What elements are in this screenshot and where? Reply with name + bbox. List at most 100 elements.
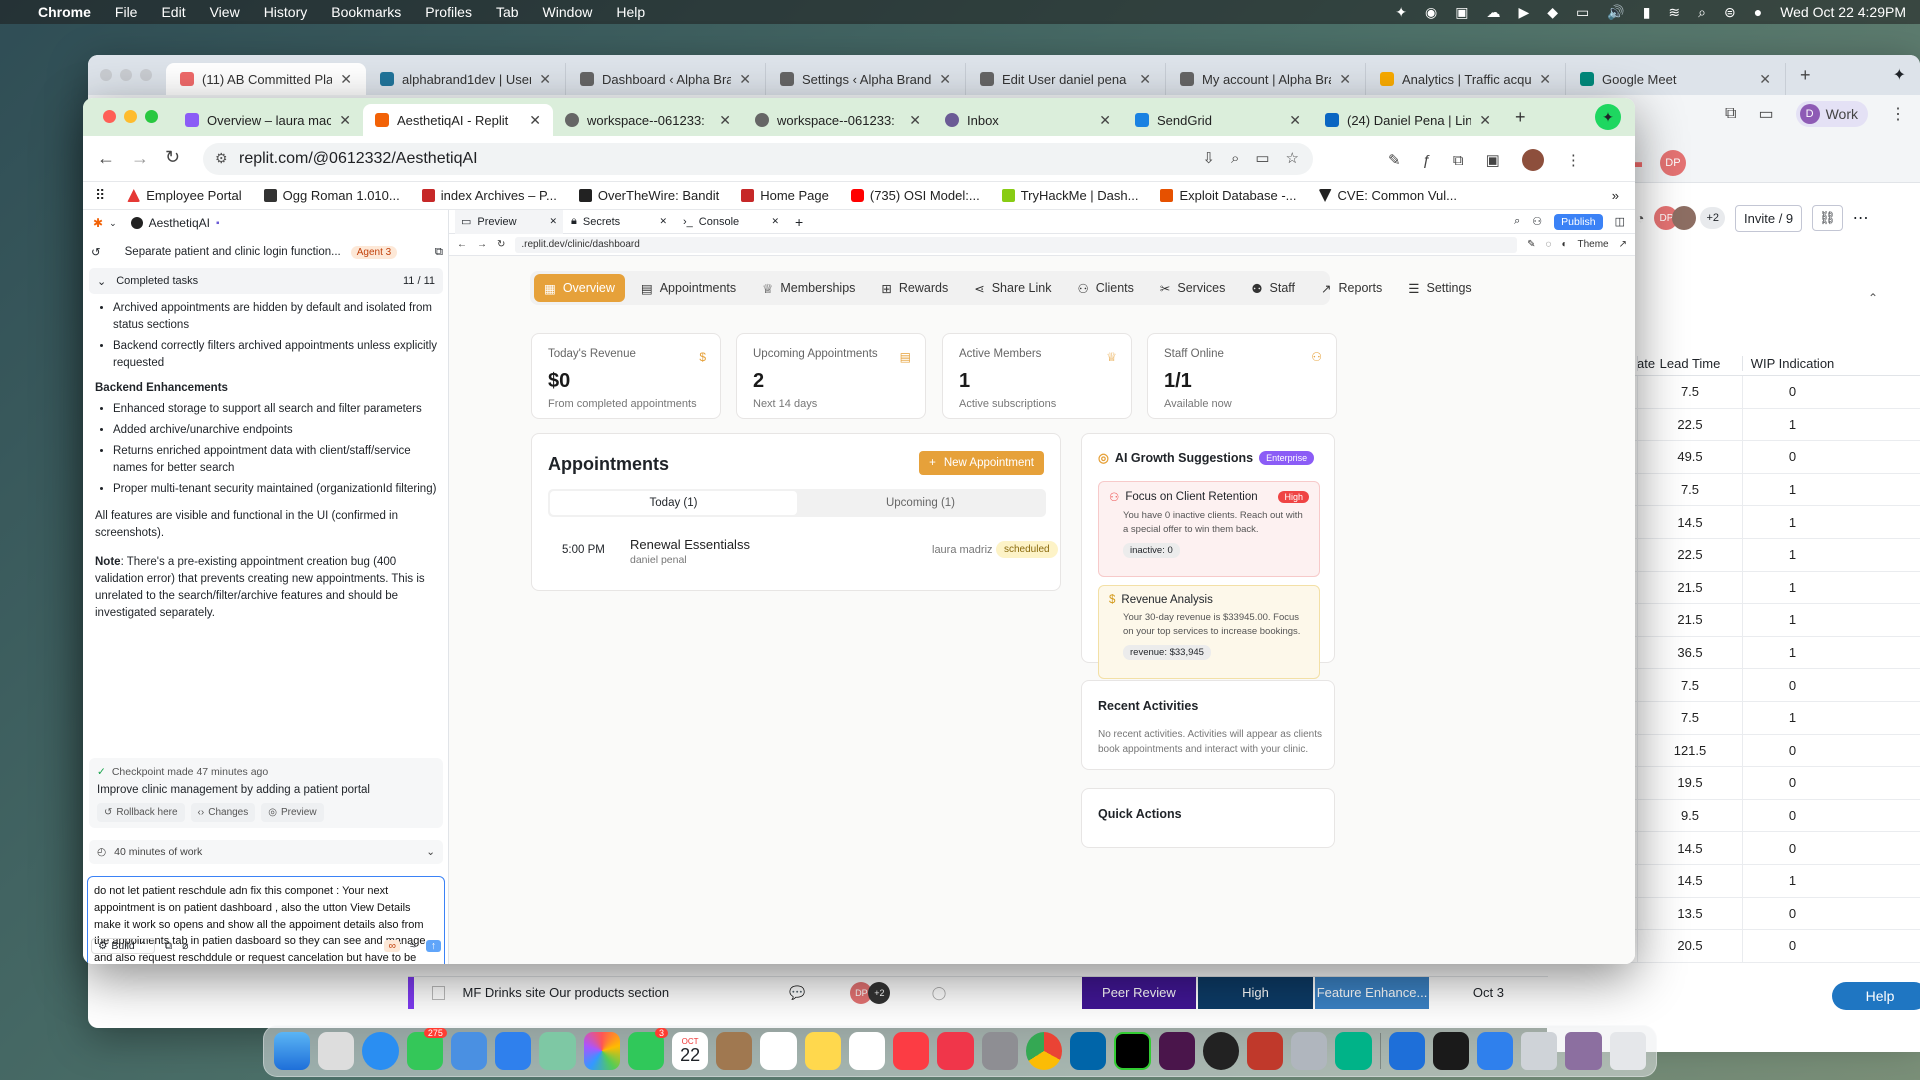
fx-icon[interactable]: ƒ [1423, 152, 1431, 169]
apps-grid-icon[interactable]: ⠿ [95, 187, 105, 204]
chat-bubble-icon[interactable]: 💬 [765, 985, 829, 1001]
new-appointment-button[interactable]: + New Appointment [919, 451, 1044, 475]
menu-bookmarks[interactable]: Bookmarks [331, 4, 401, 20]
close-tab-icon[interactable]: ✕ [539, 71, 551, 88]
volume-icon[interactable]: 🔊 [1607, 4, 1624, 21]
completed-tasks-bar[interactable]: ⌄ Completed tasks 11 / 11 [89, 268, 443, 294]
replit-logo-icon[interactable]: ✱ [93, 216, 103, 230]
table-row[interactable]: MF Drinks site Our products section 💬 DP… [408, 976, 1548, 1009]
mail-icon[interactable] [450, 1032, 488, 1070]
tab-preview[interactable]: ▭ Preview ✕ [455, 209, 563, 234]
zoom-light[interactable] [140, 69, 152, 81]
menu-window[interactable]: Window [543, 4, 593, 20]
nav-services[interactable]: ✂ Services [1150, 274, 1235, 302]
nav-appointments[interactable]: ▤ Appointments [631, 274, 746, 302]
menu-view[interactable]: View [210, 4, 240, 20]
back-tab-2[interactable]: alphabrand1dev | User ✕ [366, 63, 566, 95]
close-tab-icon[interactable]: ✕ [1099, 112, 1111, 129]
add-tab-icon[interactable]: + [795, 214, 803, 230]
calendar-icon[interactable]: OCT 22 [671, 1032, 709, 1070]
bookmark-item[interactable]: CVE: Common Vul... [1318, 188, 1457, 203]
status-cell[interactable]: Peer Review [1082, 976, 1196, 1009]
contacts-icon[interactable] [716, 1032, 753, 1070]
trash-icon[interactable] [1609, 1032, 1646, 1070]
nav-overview[interactable]: ▦ Overview [534, 274, 625, 302]
close-tab-icon[interactable]: ✕ [1759, 71, 1771, 88]
tab-upcoming[interactable]: Upcoming (1) [797, 491, 1044, 515]
back-tab-3[interactable]: Dashboard ‹ Alpha Bra ✕ [566, 63, 766, 95]
launchpad-icon[interactable] [318, 1032, 355, 1070]
collapse-chevron-icon[interactable]: ⌃ [1868, 291, 1878, 305]
safari-icon[interactable] [362, 1032, 399, 1070]
menu-app-name[interactable]: Chrome [38, 4, 91, 20]
row-checkbox[interactable] [431, 985, 445, 1000]
terminal-icon[interactable] [1432, 1032, 1470, 1070]
control-center-icon[interactable]: ⊜ [1724, 4, 1736, 21]
reminders-icon[interactable] [760, 1032, 797, 1070]
minimize-window-icon[interactable] [124, 110, 137, 123]
owners[interactable]: DP +2 [829, 981, 911, 1004]
invite-button[interactable]: Invite / 9 [1735, 204, 1803, 232]
close-tab-icon[interactable]: ✕ [909, 112, 921, 129]
facetime-icon[interactable]: 3 [627, 1028, 668, 1070]
nav-staff[interactable]: ⚉ Staff [1241, 274, 1305, 302]
front-tab-3[interactable]: workspace--061233: ✕ [553, 104, 743, 136]
appointment-row[interactable]: 5:00 PM Renewal Essentialss daniel penal… [548, 527, 1058, 577]
reload-icon[interactable]: ↻ [497, 239, 505, 250]
user-avatar[interactable]: DP [1659, 150, 1686, 176]
slack-icon[interactable] [1158, 1032, 1195, 1070]
close-tab-icon[interactable]: ✕ [529, 112, 541, 129]
close-tab-icon[interactable]: ✕ [719, 112, 731, 129]
front-tab-1[interactable]: Overview – laura mac ✕ [173, 104, 363, 136]
gemini-icon[interactable]: ✦ [1595, 104, 1621, 130]
zoom-window-icon[interactable] [145, 110, 158, 123]
link-icon[interactable]: ⛓ [1812, 205, 1843, 231]
infinity-icon[interactable]: ∞ [384, 940, 400, 952]
rollback-button[interactable]: ↺ Rollback here [97, 803, 185, 822]
close-tab-icon[interactable]: ✕ [939, 71, 951, 88]
layout-icon[interactable]: ◫ [1615, 215, 1625, 228]
work-duration-bar[interactable]: ◴ 40 minutes of work ⌄ [89, 840, 443, 864]
bookmark-item[interactable]: TryHackMe | Dash... [1001, 188, 1138, 203]
close-tab-icon[interactable]: ✕ [1479, 112, 1491, 129]
nav-clients[interactable]: ⚇ Clients [1067, 274, 1143, 302]
card-icon[interactable]: ▭ [1255, 149, 1269, 167]
preview-button[interactable]: ◎ Preview [261, 803, 324, 822]
back-tab-6[interactable]: My account | Alpha Bra ✕ [1166, 63, 1366, 95]
close-tab-icon[interactable]: ✕ [339, 112, 351, 129]
forward-arrow-icon[interactable]: → [131, 148, 149, 169]
sparkle-icon[interactable]: ✦ [1395, 4, 1407, 21]
front-tab-5[interactable]: Inbox ✕ [933, 104, 1123, 136]
photos-icon[interactable] [583, 1032, 620, 1070]
bookmark-item[interactable]: (735) OSI Model:... [850, 188, 980, 203]
build-mode-button[interactable]: ⚙ Build ⌃ [91, 938, 155, 954]
github-icon[interactable] [1202, 1032, 1239, 1070]
window-icon[interactable]: ▭ [1758, 104, 1773, 124]
folder-icon[interactable] [1565, 1032, 1602, 1070]
chat-icon[interactable]: ◌ [1545, 239, 1551, 250]
front-tab-7[interactable]: (24) Daniel Pena | Lin ✕ [1313, 104, 1503, 136]
menu-history[interactable]: History [264, 4, 308, 20]
close-light[interactable] [100, 69, 112, 81]
back-arrow-icon[interactable]: ← [457, 239, 467, 250]
freeform-icon[interactable] [848, 1032, 886, 1070]
help-button[interactable]: Help [1832, 982, 1920, 1010]
item-title[interactable]: MF Drinks site Our products section [463, 985, 765, 1000]
close-tab-icon[interactable]: ✕ [771, 216, 779, 227]
nav-share-link[interactable]: ⋖ Share Link [964, 274, 1061, 302]
back-tab-8[interactable]: Google Meet ✕ [1566, 63, 1786, 95]
back-tab-4[interactable]: Settings ‹ Alpha Brand ✕ [766, 63, 966, 95]
close-tab-icon[interactable]: ✕ [739, 71, 751, 88]
thread-title[interactable]: Separate patient and clinic login functi… [125, 246, 341, 258]
reload-icon[interactable]: ↻ [165, 147, 180, 168]
url-field[interactable]: ⚙ replit.com/@0612332/AesthetiqAI ⇩ ⌕ ▭ … [203, 143, 1313, 175]
menu-help[interactable]: Help [616, 4, 645, 20]
extension-icon[interactable]: ⧉ [1725, 105, 1736, 123]
pen-icon[interactable]: ✎ [1388, 151, 1401, 169]
finder-icon[interactable] [274, 1032, 311, 1070]
news-icon[interactable] [937, 1032, 974, 1070]
close-tab-icon[interactable]: ✕ [1289, 112, 1301, 129]
tab-secrets[interactable]: 🔒︎ Secrets ✕ [563, 215, 675, 228]
siri-icon[interactable]: ● [1754, 4, 1762, 20]
new-tab-icon[interactable]: + [1800, 65, 1811, 86]
